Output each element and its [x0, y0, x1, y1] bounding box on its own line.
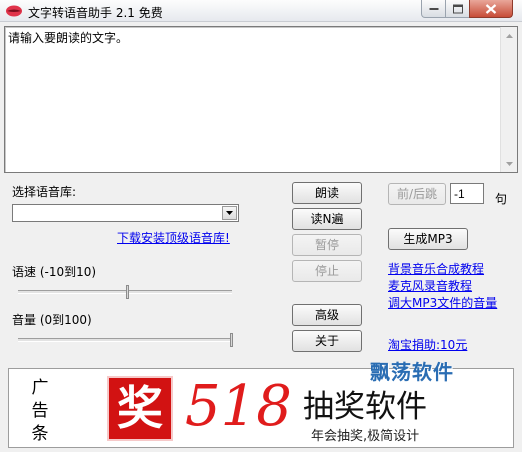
speed-label: 语速 (-10到10) — [12, 265, 97, 279]
volume-label: 音量 (0到100) — [12, 313, 92, 327]
dropdown-arrow-icon[interactable] — [222, 206, 237, 220]
stop-button[interactable]: 停止 — [292, 260, 362, 282]
window-title: 文字转语音助手 2.1 免费 — [28, 6, 163, 20]
ad-number: 518 — [185, 374, 292, 439]
advanced-button[interactable]: 高级 — [292, 304, 362, 326]
minimize-button[interactable] — [421, 0, 446, 18]
close-icon — [485, 3, 497, 14]
prev-next-jump-button[interactable]: 前/后跳 — [388, 183, 446, 205]
close-button[interactable] — [469, 0, 513, 18]
generate-mp3-button[interactable]: 生成MP3 — [388, 228, 468, 250]
ad-prize-logo: 奖 — [107, 376, 173, 441]
speed-slider-track[interactable] — [18, 290, 232, 294]
maximize-button[interactable] — [445, 0, 470, 18]
donate-link[interactable]: 淘宝捐助:10元 — [388, 336, 467, 353]
minimize-icon — [429, 7, 438, 10]
volume-slider-track[interactable] — [18, 338, 232, 342]
maximize-icon — [452, 4, 463, 13]
scroll-down-arrow-icon[interactable] — [501, 155, 517, 172]
mp3-volume-link[interactable]: 调大MP3文件的音量 — [388, 294, 497, 311]
read-button[interactable]: 朗读 — [292, 182, 362, 204]
download-voice-library-link[interactable]: 下载安装顶级语音库! — [117, 229, 230, 246]
text-input-area[interactable]: 请输入要朗读的文字。 — [4, 26, 518, 173]
ad-side-label: 广 告 条 — [31, 378, 49, 444]
bg-music-tutorial-link[interactable]: 背景音乐合成教程 — [388, 260, 484, 277]
voice-library-label: 选择语音库: — [12, 185, 77, 199]
about-button[interactable]: 关于 — [292, 330, 362, 352]
mic-record-tutorial-link[interactable]: 麦克风录音教程 — [388, 277, 472, 294]
sentence-unit-label: 句 — [495, 192, 508, 206]
ad-subtitle: 年会抽奖,极简设计 — [311, 429, 420, 444]
app-lips-icon — [5, 4, 23, 18]
ad-title: 抽奖软件 — [303, 389, 427, 425]
voice-library-select[interactable] — [12, 204, 239, 222]
scroll-up-arrow-icon[interactable] — [501, 27, 517, 44]
watermark-text: 飘荡软件 — [370, 360, 454, 384]
volume-slider-thumb[interactable] — [230, 333, 233, 347]
pause-button[interactable]: 暂停 — [292, 234, 362, 256]
text-input-content: 请输入要朗读的文字。 — [8, 31, 129, 45]
vertical-scrollbar[interactable] — [500, 27, 517, 172]
speed-slider-thumb[interactable] — [126, 285, 129, 299]
title-bar: 文字转语音助手 2.1 免费 — [0, 0, 522, 22]
sentence-jump-input[interactable] — [450, 183, 484, 204]
read-n-times-button[interactable]: 读N遍 — [292, 208, 362, 230]
